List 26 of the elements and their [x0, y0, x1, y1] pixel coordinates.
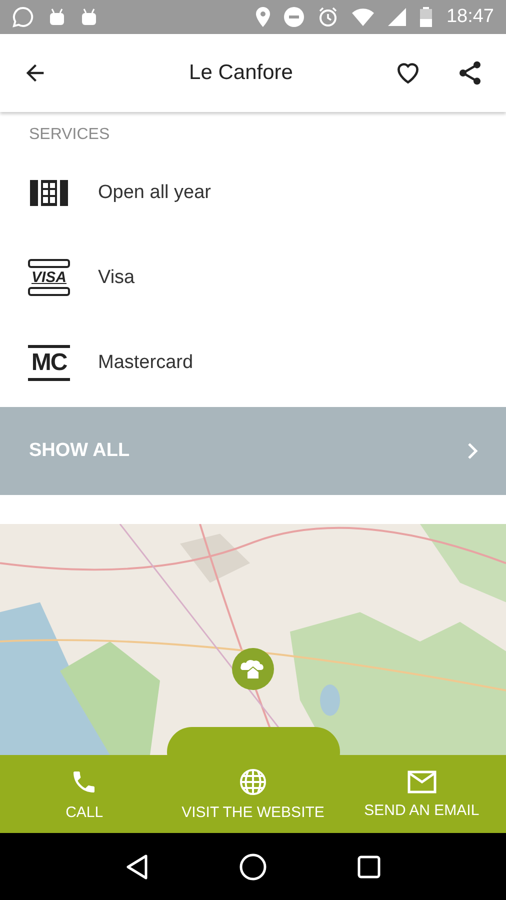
action-button[interactable]: CALL	[0, 755, 169, 833]
page-title: Le Canfore	[188, 61, 294, 85]
action-button[interactable]: SEND AN EMAIL	[337, 755, 506, 833]
section-header: SERVICES	[28, 125, 111, 145]
alarm-icon	[318, 7, 338, 27]
location-icon	[256, 7, 270, 27]
do-not-disturb-icon	[284, 7, 304, 27]
action-button[interactable]: VISIT THE WEBSITE	[168, 755, 338, 833]
robot-icon	[80, 8, 98, 26]
globe-icon	[239, 768, 267, 796]
signal-icon	[388, 8, 406, 26]
recents-nav-icon[interactable]	[357, 854, 381, 878]
clock-time: 18:47	[446, 6, 494, 28]
back-nav-icon[interactable]	[125, 854, 149, 880]
robot-icon	[48, 8, 66, 26]
mail-icon	[406, 770, 437, 794]
wifi-icon	[352, 8, 374, 26]
home-nav-icon[interactable]	[239, 852, 267, 880]
service-label: Open all year	[98, 182, 212, 204]
battery-icon	[420, 7, 432, 27]
show-all-button[interactable]: SHOW ALL	[0, 407, 506, 495]
chat-bubble-icon	[12, 6, 34, 28]
service-label: Mastercard	[98, 352, 194, 374]
map-pin-icon[interactable]	[232, 648, 274, 690]
service-label: Visa	[98, 266, 135, 288]
chevron-right-icon	[466, 441, 480, 461]
